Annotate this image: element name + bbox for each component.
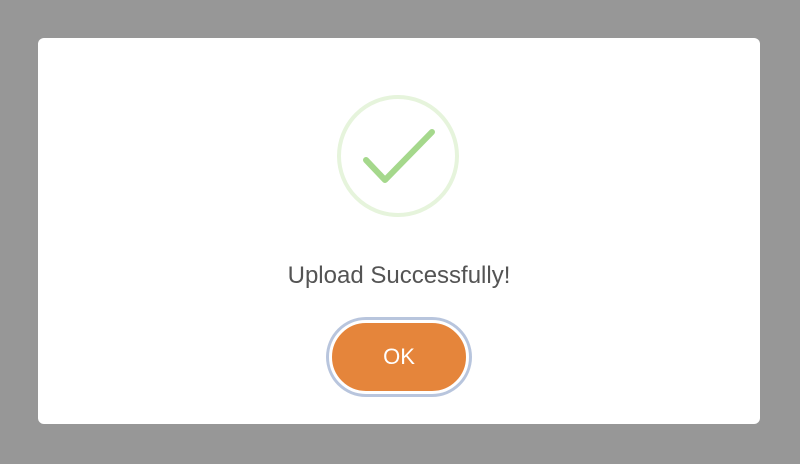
dialog-message: Upload Successfully! bbox=[287, 262, 511, 289]
upload-success-dialog: Upload Successfully! OK bbox=[38, 38, 760, 424]
success-icon-ring bbox=[337, 95, 459, 217]
success-checkmark-icon bbox=[337, 95, 459, 217]
ok-button[interactable]: OK bbox=[329, 320, 469, 394]
modal-overlay: Upload Successfully! OK bbox=[0, 0, 800, 464]
success-icon-check bbox=[363, 129, 435, 183]
